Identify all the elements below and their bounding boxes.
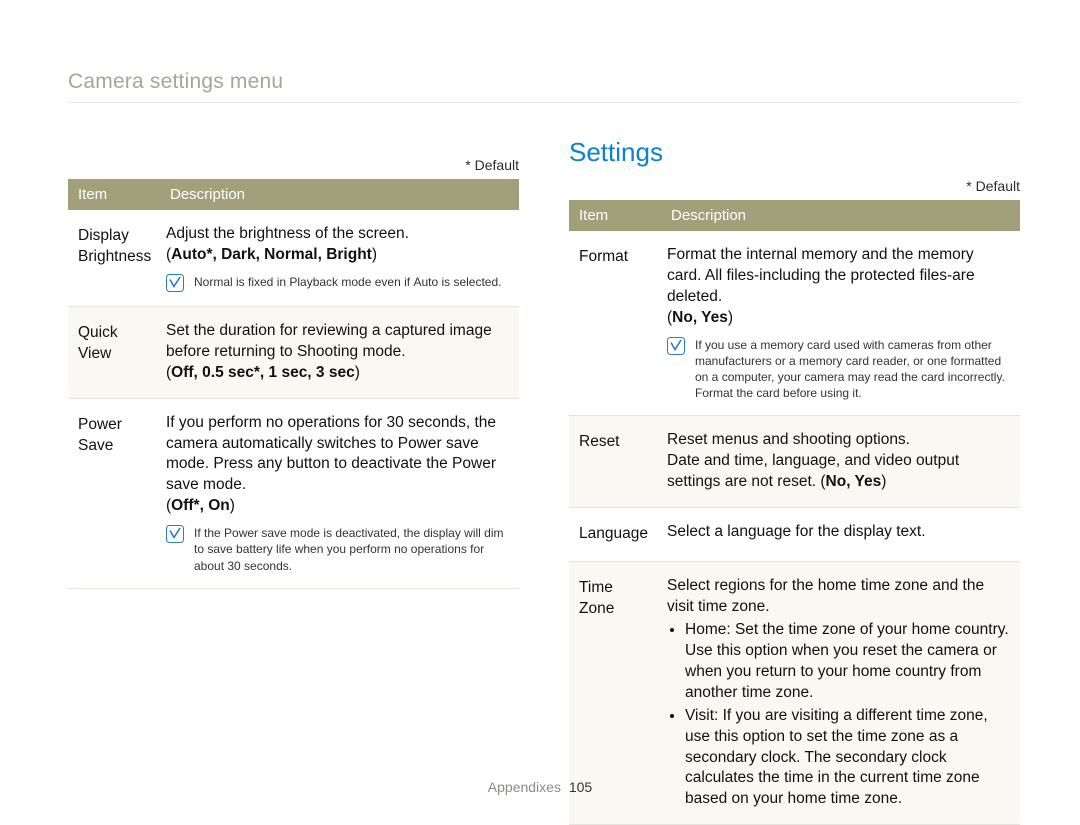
footer-section: Appendixes: [488, 779, 561, 795]
note-text: Normal is fixed in Playback mode even if…: [194, 274, 509, 290]
options-suffix: ): [728, 309, 733, 326]
th-item: Item: [569, 200, 661, 231]
table-row: Reset Reset menus and shooting options. …: [569, 416, 1020, 508]
desc-text: Format the internal memory and the memor…: [667, 246, 975, 305]
default-note-right: * Default: [569, 178, 1020, 194]
item-label: Quick View: [68, 306, 160, 398]
th-desc: Description: [661, 200, 1020, 231]
options: Off*, On: [171, 497, 230, 514]
section-title: Settings: [569, 137, 1020, 168]
options: No, Yes: [826, 473, 882, 490]
desc-text: Set the duration for reviewing a capture…: [166, 322, 492, 360]
table-row: Language Select a language for the displ…: [569, 508, 1020, 562]
desc-text: Adjust the brightness of the screen.: [166, 225, 409, 242]
note-box: If the Power save mode is deactivated, t…: [166, 525, 509, 574]
desc-text: Reset menus and shooting options. Date a…: [667, 431, 959, 490]
table-row: Power Save If you perform no operations …: [68, 398, 519, 588]
item-description: Set the duration for reviewing a capture…: [160, 306, 519, 398]
item-description: If you perform no operations for 30 seco…: [160, 398, 519, 588]
item-label: Reset: [569, 416, 661, 508]
item-description: Reset menus and shooting options. Date a…: [661, 416, 1020, 508]
left-column: * Default Item Description Display Brigh…: [68, 103, 519, 825]
options: No, Yes: [672, 309, 728, 326]
desc-text: Select a language for the display text.: [667, 523, 926, 540]
info-icon: [667, 337, 685, 355]
item-label: Display Brightness: [68, 210, 160, 306]
table-row: Format Format the internal memory and th…: [569, 231, 1020, 416]
options-suffix: ): [355, 364, 360, 381]
item-description: Select a language for the display text.: [661, 508, 1020, 562]
info-icon: [166, 274, 184, 292]
table-row: Display Brightness Adjust the brightness…: [68, 210, 519, 306]
th-item: Item: [68, 179, 160, 210]
settings-table-right: Item Description Format Format the inter…: [569, 200, 1020, 825]
default-note-left: * Default: [68, 157, 519, 173]
page-number: 105: [569, 779, 592, 795]
desc-text: Select regions for the home time zone an…: [667, 577, 984, 615]
page-footer: Appendixes 105: [0, 779, 1080, 795]
list-item: Home: Set the time zone of your home cou…: [685, 620, 1010, 704]
options-suffix: ): [230, 497, 235, 514]
content-columns: * Default Item Description Display Brigh…: [68, 103, 1020, 825]
page: Camera settings menu * Default Item Desc…: [0, 0, 1080, 815]
item-label: Language: [569, 508, 661, 562]
desc-text: If you perform no operations for 30 seco…: [166, 414, 496, 494]
options: Off, 0.5 sec*, 1 sec, 3 sec: [171, 364, 355, 381]
settings-table-left: Item Description Display Brightness Adju…: [68, 179, 519, 589]
table-row: Quick View Set the duration for reviewin…: [68, 306, 519, 398]
right-column: Settings * Default Item Description Form…: [569, 103, 1020, 825]
th-desc: Description: [160, 179, 519, 210]
options-suffix: ): [372, 246, 377, 263]
item-label: Power Save: [68, 398, 160, 588]
item-description: Adjust the brightness of the screen. (Au…: [160, 210, 519, 306]
item-description: Format the internal memory and the memor…: [661, 231, 1020, 416]
note-box: Normal is fixed in Playback mode even if…: [166, 274, 509, 292]
note-text: If the Power save mode is deactivated, t…: [194, 525, 509, 574]
breadcrumb: Camera settings menu: [68, 70, 1020, 94]
item-label: Format: [569, 231, 661, 416]
note-box: If you use a memory card used with camer…: [667, 337, 1010, 402]
note-text: If you use a memory card used with camer…: [695, 337, 1010, 402]
options: Auto*, Dark, Normal, Bright: [171, 246, 372, 263]
info-icon: [166, 525, 184, 543]
